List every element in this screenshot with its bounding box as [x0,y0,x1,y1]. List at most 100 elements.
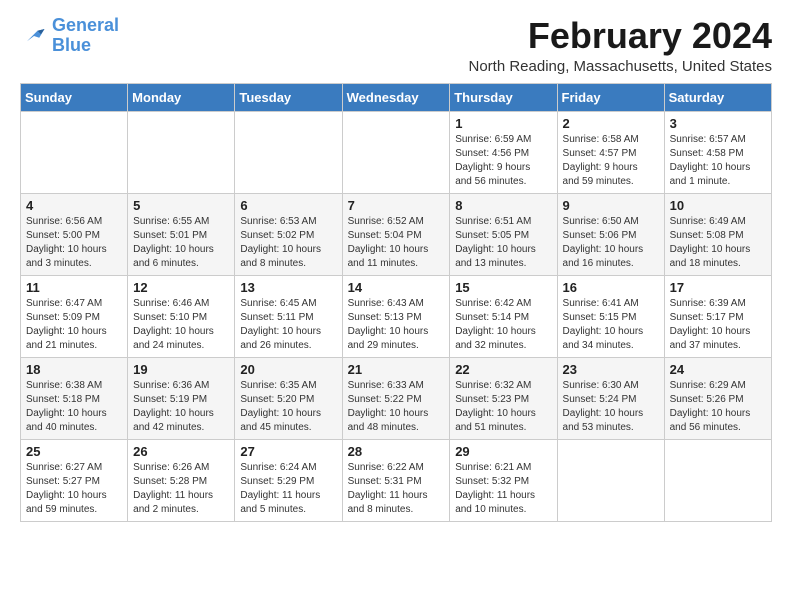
day-info: Sunrise: 6:56 AM Sunset: 5:00 PM Dayligh… [26,215,122,271]
calendar-header-tuesday: Tuesday [235,83,342,111]
day-info: Sunrise: 6:57 AM Sunset: 4:58 PM Dayligh… [670,133,766,189]
calendar-cell: 24 Sunrise: 6:29 AM Sunset: 5:26 PM Dayli… [664,357,771,439]
day-info: Sunrise: 6:42 AM Sunset: 5:14 PM Dayligh… [455,297,551,353]
day-info: Sunrise: 6:39 AM Sunset: 5:17 PM Dayligh… [670,297,766,353]
day-number: 22 [455,362,551,377]
day-number: 5 [133,198,229,213]
day-number: 24 [670,362,766,377]
day-number: 7 [348,198,445,213]
calendar-cell: 2 Sunrise: 6:58 AM Sunset: 4:57 PM Daylig… [557,111,664,193]
calendar-header-friday: Friday [557,83,664,111]
day-number: 16 [563,280,659,295]
calendar-table: SundayMondayTuesdayWednesdayThursdayFrid… [20,83,772,522]
day-number: 19 [133,362,229,377]
day-info: Sunrise: 6:41 AM Sunset: 5:15 PM Dayligh… [563,297,659,353]
calendar-cell: 21 Sunrise: 6:33 AM Sunset: 5:22 PM Dayli… [342,357,450,439]
day-number: 14 [348,280,445,295]
day-number: 6 [240,198,336,213]
day-info: Sunrise: 6:58 AM Sunset: 4:57 PM Dayligh… [563,133,659,189]
calendar-header-row: SundayMondayTuesdayWednesdayThursdayFrid… [21,83,772,111]
day-number: 20 [240,362,336,377]
day-info: Sunrise: 6:24 AM Sunset: 5:29 PM Dayligh… [240,461,336,517]
calendar-cell: 7 Sunrise: 6:52 AM Sunset: 5:04 PM Daylig… [342,193,450,275]
day-info: Sunrise: 6:36 AM Sunset: 5:19 PM Dayligh… [133,379,229,435]
day-number: 13 [240,280,336,295]
day-info: Sunrise: 6:32 AM Sunset: 5:23 PM Dayligh… [455,379,551,435]
calendar-header-wednesday: Wednesday [342,83,450,111]
calendar-week-row: 25Sunrise: 6:27 AM Sunset: 5:27 PM Dayli… [21,439,772,521]
calendar-header-sunday: Sunday [21,83,128,111]
day-number: 21 [348,362,445,377]
calendar-cell [664,439,771,521]
calendar-cell: 27 Sunrise: 6:24 AM Sunset: 5:29 PM Dayli… [235,439,342,521]
calendar-cell: 18 Sunrise: 6:38 AM Sunset: 5:18 PM Dayli… [21,357,128,439]
calendar-week-row: 1 Sunrise: 6:59 AM Sunset: 4:56 PM Daylig… [21,111,772,193]
calendar-header-saturday: Saturday [664,83,771,111]
calendar-cell: 6 Sunrise: 6:53 AM Sunset: 5:02 PM Daylig… [235,193,342,275]
calendar-cell: 19 Sunrise: 6:36 AM Sunset: 5:19 PM Dayli… [128,357,235,439]
day-info: Sunrise: 6:30 AM Sunset: 5:24 PM Dayligh… [563,379,659,435]
day-number: 2 [563,116,659,131]
day-number: 29 [455,444,551,459]
calendar-cell: 5 Sunrise: 6:55 AM Sunset: 5:01 PM Daylig… [128,193,235,275]
calendar-cell: 20 Sunrise: 6:35 AM Sunset: 5:20 PM Dayli… [235,357,342,439]
calendar-header-monday: Monday [128,83,235,111]
calendar-cell [557,439,664,521]
calendar-cell: 22 Sunrise: 6:32 AM Sunset: 5:23 PM Dayli… [450,357,557,439]
day-info: Sunrise: 6:51 AM Sunset: 5:05 PM Dayligh… [455,215,551,271]
logo-text: General Blue [52,16,119,56]
calendar-cell: 25Sunrise: 6:27 AM Sunset: 5:27 PM Dayli… [21,439,128,521]
location: North Reading, Massachusetts, United Sta… [469,58,773,75]
day-info: Sunrise: 6:38 AM Sunset: 5:18 PM Dayligh… [26,379,122,435]
day-number: 9 [563,198,659,213]
calendar-cell: 11Sunrise: 6:47 AM Sunset: 5:09 PM Dayli… [21,275,128,357]
day-number: 4 [26,198,122,213]
calendar-cell [21,111,128,193]
calendar-cell: 26 Sunrise: 6:26 AM Sunset: 5:28 PM Dayli… [128,439,235,521]
day-info: Sunrise: 6:55 AM Sunset: 5:01 PM Dayligh… [133,215,229,271]
day-number: 27 [240,444,336,459]
day-number: 10 [670,198,766,213]
day-number: 25 [26,444,122,459]
logo: General Blue [20,16,119,56]
day-number: 26 [133,444,229,459]
day-number: 23 [563,362,659,377]
day-info: Sunrise: 6:22 AM Sunset: 5:31 PM Dayligh… [348,461,445,517]
calendar-cell [128,111,235,193]
day-info: Sunrise: 6:46 AM Sunset: 5:10 PM Dayligh… [133,297,229,353]
month-title: February 2024 [469,16,773,56]
calendar-header-thursday: Thursday [450,83,557,111]
day-info: Sunrise: 6:26 AM Sunset: 5:28 PM Dayligh… [133,461,229,517]
day-number: 1 [455,116,551,131]
calendar-cell: 23 Sunrise: 6:30 AM Sunset: 5:24 PM Dayli… [557,357,664,439]
calendar-cell [235,111,342,193]
day-info: Sunrise: 6:21 AM Sunset: 5:32 PM Dayligh… [455,461,551,517]
day-info: Sunrise: 6:35 AM Sunset: 5:20 PM Dayligh… [240,379,336,435]
page-header: General Blue February 2024 North Reading… [20,16,772,75]
day-info: Sunrise: 6:29 AM Sunset: 5:26 PM Dayligh… [670,379,766,435]
calendar-cell: 12Sunrise: 6:46 AM Sunset: 5:10 PM Dayli… [128,275,235,357]
day-number: 3 [670,116,766,131]
day-number: 15 [455,280,551,295]
day-number: 8 [455,198,551,213]
calendar-cell: 8 Sunrise: 6:51 AM Sunset: 5:05 PM Daylig… [450,193,557,275]
day-info: Sunrise: 6:52 AM Sunset: 5:04 PM Dayligh… [348,215,445,271]
logo-icon [20,22,48,50]
calendar-cell: 28 Sunrise: 6:22 AM Sunset: 5:31 PM Dayli… [342,439,450,521]
day-info: Sunrise: 6:59 AM Sunset: 4:56 PM Dayligh… [455,133,551,189]
day-number: 18 [26,362,122,377]
day-number: 28 [348,444,445,459]
title-block: February 2024 North Reading, Massachuset… [469,16,773,75]
calendar-cell: 9 Sunrise: 6:50 AM Sunset: 5:06 PM Daylig… [557,193,664,275]
calendar-cell: 4 Sunrise: 6:56 AM Sunset: 5:00 PM Daylig… [21,193,128,275]
calendar-week-row: 4 Sunrise: 6:56 AM Sunset: 5:00 PM Daylig… [21,193,772,275]
calendar-cell [342,111,450,193]
day-info: Sunrise: 6:43 AM Sunset: 5:13 PM Dayligh… [348,297,445,353]
day-number: 17 [670,280,766,295]
day-info: Sunrise: 6:33 AM Sunset: 5:22 PM Dayligh… [348,379,445,435]
day-info: Sunrise: 6:47 AM Sunset: 5:09 PM Dayligh… [26,297,122,353]
day-info: Sunrise: 6:50 AM Sunset: 5:06 PM Dayligh… [563,215,659,271]
calendar-cell: 16 Sunrise: 6:41 AM Sunset: 5:15 PM Dayli… [557,275,664,357]
day-info: Sunrise: 6:53 AM Sunset: 5:02 PM Dayligh… [240,215,336,271]
calendar-cell: 29 Sunrise: 6:21 AM Sunset: 5:32 PM Dayli… [450,439,557,521]
